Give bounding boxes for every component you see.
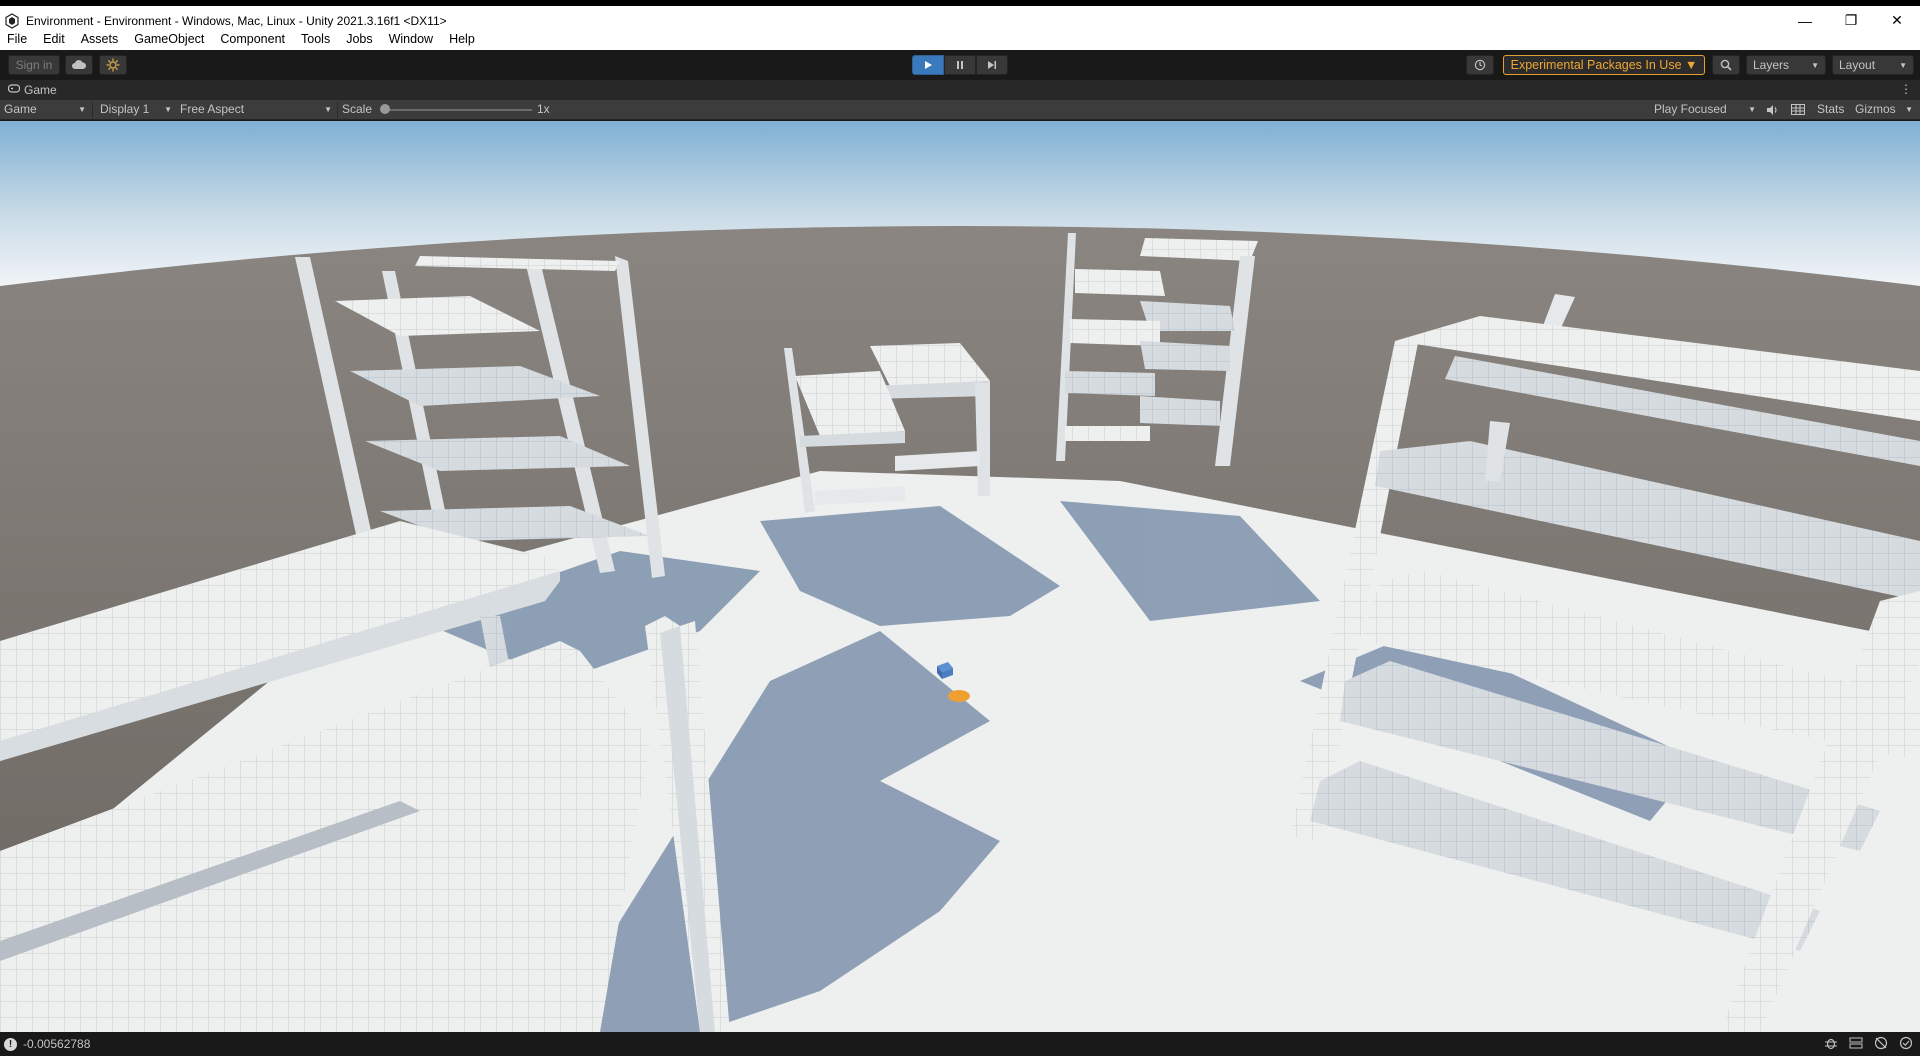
play-controls [912,55,1008,75]
search-icon [1720,59,1732,71]
play-mode-dropdown[interactable]: Play Focused ▼ [1654,100,1758,119]
gamepad-icon [7,84,21,96]
chevron-down-icon: ▼ [1905,105,1913,114]
game-viewport[interactable] [0,121,1920,1032]
menu-help[interactable]: Help [441,29,483,50]
debug-bug-icon[interactable] [1823,1036,1839,1052]
speaker-icon [1767,105,1777,115]
console-last-message[interactable]: -0.00562788 [23,1037,90,1051]
progress-check-icon[interactable] [1898,1036,1914,1052]
chevron-down-icon: ▼ [78,105,86,114]
divider [92,102,93,118]
pause-icon [957,61,963,69]
collab-button[interactable] [99,55,127,75]
mute-audio-button[interactable] [1766,100,1779,119]
info-icon: ! [4,1037,17,1051]
menu-window[interactable]: Window [381,29,441,50]
gizmos-dropdown[interactable]: Gizmos ▼ [1855,100,1915,119]
layout-label: Layout [1839,58,1876,72]
search-button[interactable] [1712,55,1740,75]
divider [337,102,338,118]
main-toolbar: Sign in Experimental Packages In Use ▼ L… [0,50,1920,80]
window-title: Environment - Environment - Windows, Mac… [26,13,447,28]
display-label: Display 1 [100,102,150,116]
step-button[interactable] [976,55,1008,75]
chevron-down-icon: ▼ [1899,60,1907,70]
chevron-down-icon: ▼ [1748,105,1756,114]
history-icon [1474,59,1486,71]
undo-history-button[interactable] [1466,55,1494,75]
chevron-down-icon: ▼ [1811,60,1819,70]
scale-label: Scale [342,102,373,116]
stats-button[interactable]: Stats [1817,100,1844,119]
target-disk [948,690,970,702]
unity-logo-icon [5,12,19,29]
cache-server-icon[interactable] [1848,1036,1864,1052]
experimental-packages-dropdown[interactable]: Experimental Packages In Use ▼ [1503,55,1705,75]
menu-bar: File Edit Assets GameObject Component To… [0,29,1920,50]
layers-label: Layers [1753,58,1790,72]
status-bar: ! -0.00562788 [0,1032,1920,1056]
sign-in-button[interactable]: Sign in [8,55,60,75]
aspect-label: Free Aspect [180,102,245,116]
display-dropdown[interactable]: Display 1 ▼ [100,100,174,119]
layout-dropdown[interactable]: Layout ▼ [1832,55,1914,75]
aspect-dropdown[interactable]: Free Aspect ▼ [180,100,334,119]
game-view-controls: Game ▼ Display 1 ▼ Free Aspect ▼ Scale 1… [0,100,1920,120]
pause-button[interactable] [944,55,976,75]
scale-slider-handle[interactable] [380,104,390,114]
menu-jobs[interactable]: Jobs [338,29,380,50]
menu-component[interactable]: Component [212,29,293,50]
view-type-label: Game [4,102,37,116]
kebab-menu-icon[interactable]: ⋮ [1900,82,1912,96]
tab-game-label: Game [24,83,57,97]
chevron-down-icon: ▼ [324,105,332,114]
collab-icon [106,58,120,72]
play-mode-label: Play Focused [1654,102,1727,116]
scene-render [0,121,1920,1032]
scale-slider-track[interactable] [382,109,532,111]
menu-edit[interactable]: Edit [35,29,73,50]
play-button[interactable] [912,55,944,75]
layers-dropdown[interactable]: Layers ▼ [1746,55,1826,75]
keyboard-icon [1791,104,1805,115]
chevron-down-icon: ▼ [164,105,172,114]
gizmos-label: Gizmos [1855,102,1896,116]
menu-file[interactable]: File [0,29,35,50]
keyboard-toggle-button[interactable] [1791,100,1805,119]
menu-gameobject[interactable]: GameObject [126,29,212,50]
cloud-button[interactable] [65,55,93,75]
view-type-dropdown[interactable]: Game ▼ [4,100,88,119]
cloud-icon [72,60,86,69]
menu-tools[interactable]: Tools [293,29,338,50]
step-icon [988,61,996,69]
scale-value: 1x [537,102,550,116]
menu-assets[interactable]: Assets [73,29,127,50]
play-icon [925,61,932,69]
tab-game[interactable]: Game [0,83,57,97]
network-off-icon[interactable] [1873,1036,1889,1052]
game-tab-bar: Game ⋮ [0,80,1920,100]
